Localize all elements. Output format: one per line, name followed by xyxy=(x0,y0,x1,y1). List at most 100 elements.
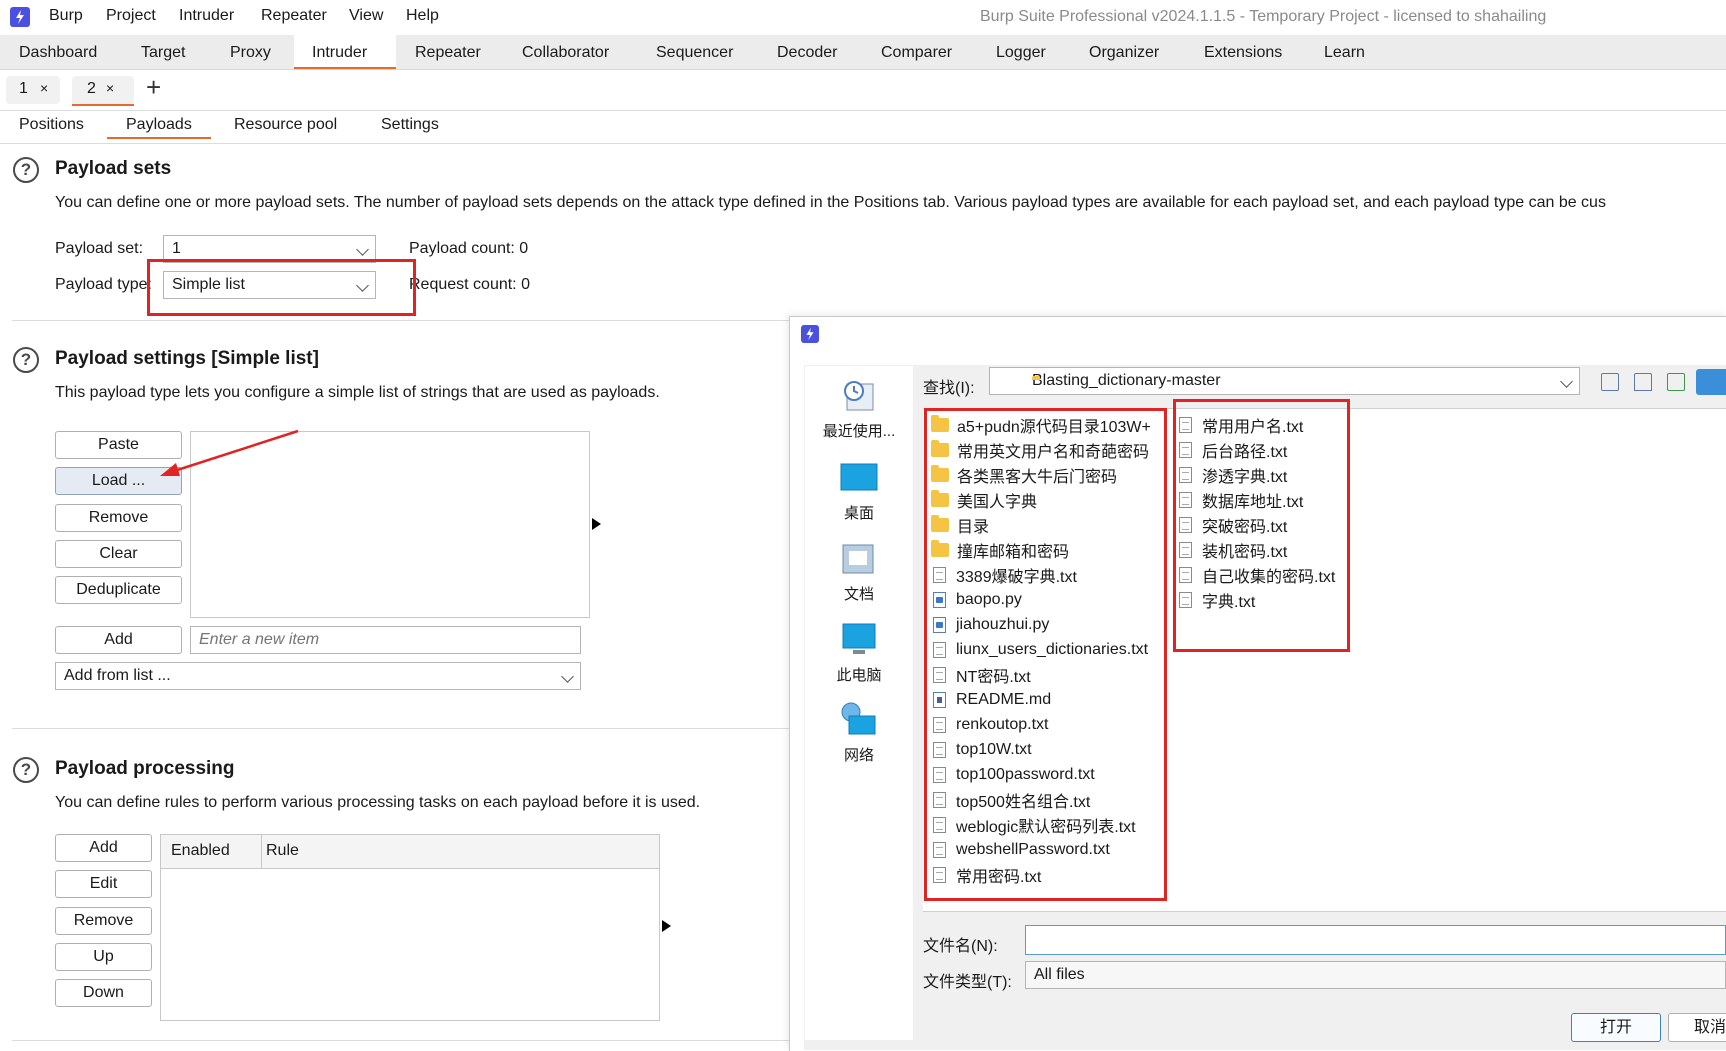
column-enabled[interactable]: Enabled xyxy=(171,842,230,860)
look-in-value: Blasting_dictionary-master xyxy=(1032,372,1221,389)
add-item-button[interactable]: Add xyxy=(55,626,182,654)
help-icon[interactable]: ? xyxy=(13,347,39,373)
chevron-down-icon xyxy=(356,243,369,256)
add-from-list-value: Add from list ... xyxy=(64,667,171,684)
burp-logo-icon xyxy=(10,7,30,27)
list-view-icon[interactable] xyxy=(1696,369,1726,395)
new-item-input[interactable] xyxy=(190,626,581,654)
annotation-highlight-box xyxy=(147,259,416,316)
tab-logger[interactable]: Logger xyxy=(996,44,1046,62)
place-desktop[interactable]: 桌面 xyxy=(811,458,907,523)
divider xyxy=(12,1040,792,1041)
payload-settings-title: Payload settings [Simple list] xyxy=(55,348,319,369)
new-folder-icon[interactable] xyxy=(1667,373,1685,391)
add-from-list-select[interactable]: Add from list ... xyxy=(55,662,581,690)
subtab-positions[interactable]: Positions xyxy=(19,116,84,134)
close-icon[interactable]: × xyxy=(40,80,48,96)
filetype-select[interactable]: All files xyxy=(1025,961,1726,989)
tab-repeater[interactable]: Repeater xyxy=(415,44,481,62)
look-in-select[interactable]: Blasting_dictionary-master xyxy=(989,367,1580,395)
tab-extensions[interactable]: Extensions xyxy=(1204,44,1282,62)
help-icon[interactable]: ? xyxy=(13,157,39,183)
tab-proxy[interactable]: Proxy xyxy=(230,44,271,62)
divider xyxy=(12,728,792,729)
close-icon[interactable]: × xyxy=(106,80,114,96)
menu-repeater[interactable]: Repeater xyxy=(261,7,327,25)
tab-target[interactable]: Target xyxy=(141,44,185,62)
expand-arrow-icon[interactable] xyxy=(662,920,671,932)
tab-intruder[interactable]: Intruder xyxy=(312,44,367,62)
instance-tab-label: 2 xyxy=(87,80,96,97)
filetype-label: 文件类型(T): xyxy=(923,974,1012,991)
menu-intruder[interactable]: Intruder xyxy=(179,7,234,25)
menu-view[interactable]: View xyxy=(349,7,383,25)
place-this-pc[interactable]: 此电脑 xyxy=(811,620,907,685)
look-in-label: 查找(I): xyxy=(923,380,975,397)
down-button[interactable]: Down xyxy=(55,979,152,1007)
place-network[interactable]: 网络 xyxy=(811,700,907,765)
payload-sets-title: Payload sets xyxy=(55,158,172,179)
home-icon[interactable] xyxy=(1634,373,1652,391)
tab-collaborator[interactable]: Collaborator xyxy=(522,44,609,62)
menu-help[interactable]: Help xyxy=(406,7,439,25)
add-tab-icon[interactable]: + xyxy=(146,72,161,103)
burp-logo-icon xyxy=(801,325,819,343)
subtab-payloads[interactable]: Payloads xyxy=(126,116,192,134)
chevron-down-icon xyxy=(561,670,574,683)
rules-table[interactable]: Enabled Rule xyxy=(160,834,660,1021)
clear-button[interactable]: Clear xyxy=(55,540,182,568)
instance-tab-2[interactable]: 2 × xyxy=(72,76,134,106)
deduplicate-button[interactable]: Deduplicate xyxy=(55,576,182,604)
edit-rule-button[interactable]: Edit xyxy=(55,870,152,898)
subtab-active-indicator xyxy=(107,137,211,139)
window-title: Burp Suite Professional v2024.1.1.5 - Te… xyxy=(980,8,1547,25)
place-label: 桌面 xyxy=(843,505,874,522)
column-divider xyxy=(261,835,262,868)
instance-tab-1[interactable]: 1 × xyxy=(6,76,60,104)
desktop-icon xyxy=(840,463,878,491)
remove-rule-button[interactable]: Remove xyxy=(55,907,152,935)
request-count: Request count: 0 xyxy=(409,276,530,293)
place-recent[interactable]: 最近使用... xyxy=(811,376,907,441)
payload-set-label: Payload set: xyxy=(55,240,144,257)
up-button[interactable]: Up xyxy=(55,943,152,971)
tab-organizer[interactable]: Organizer xyxy=(1089,44,1159,62)
tab-decoder[interactable]: Decoder xyxy=(777,44,837,62)
payload-processing-description: You can define rules to perform various … xyxy=(55,794,701,811)
divider xyxy=(12,320,792,321)
payload-settings-description: This payload type lets you configure a s… xyxy=(55,384,660,401)
menu-project[interactable]: Project xyxy=(106,7,156,25)
expand-arrow-icon[interactable] xyxy=(592,518,601,530)
menu-burp[interactable]: Burp xyxy=(49,7,83,25)
tab-dashboard[interactable]: Dashboard xyxy=(19,44,97,62)
help-icon[interactable]: ? xyxy=(13,757,39,783)
tab-sequencer[interactable]: Sequencer xyxy=(656,44,733,62)
subtab-resource-pool[interactable]: Resource pool xyxy=(234,116,337,134)
payload-set-value: 1 xyxy=(172,240,181,257)
annotation-highlight-box xyxy=(1173,399,1350,652)
cancel-button[interactable]: 取消 xyxy=(1668,1013,1726,1042)
open-button[interactable]: 打开 xyxy=(1571,1013,1661,1042)
add-rule-button[interactable]: Add xyxy=(55,834,152,862)
menu-bar: Burp Project Intruder Repeater View Help… xyxy=(0,0,1726,34)
payload-type-label: Payload type: xyxy=(55,276,152,293)
instance-tab-bar: 1 × 2 × + xyxy=(0,70,1726,111)
instance-tab-label: 1 xyxy=(19,80,28,97)
chevron-down-icon xyxy=(1560,375,1573,388)
annotation-arrow-icon xyxy=(160,429,299,476)
column-rule[interactable]: Rule xyxy=(266,842,299,860)
place-label: 此电脑 xyxy=(836,667,882,684)
tab-learn[interactable]: Learn xyxy=(1324,44,1365,62)
payload-count: Payload count: 0 xyxy=(409,240,529,257)
payload-sets-description: You can define one or more payload sets.… xyxy=(55,194,1606,211)
up-folder-icon[interactable] xyxy=(1601,373,1619,391)
place-label: 网络 xyxy=(843,747,874,764)
place-label: 文档 xyxy=(843,586,874,603)
place-documents[interactable]: 文档 xyxy=(811,539,907,604)
filename-input[interactable] xyxy=(1025,925,1726,955)
remove-button[interactable]: Remove xyxy=(55,504,182,532)
payload-processing-title: Payload processing xyxy=(55,758,235,779)
subtab-settings[interactable]: Settings xyxy=(381,116,439,134)
filetype-value: All files xyxy=(1034,966,1085,983)
tab-comparer[interactable]: Comparer xyxy=(881,44,952,62)
